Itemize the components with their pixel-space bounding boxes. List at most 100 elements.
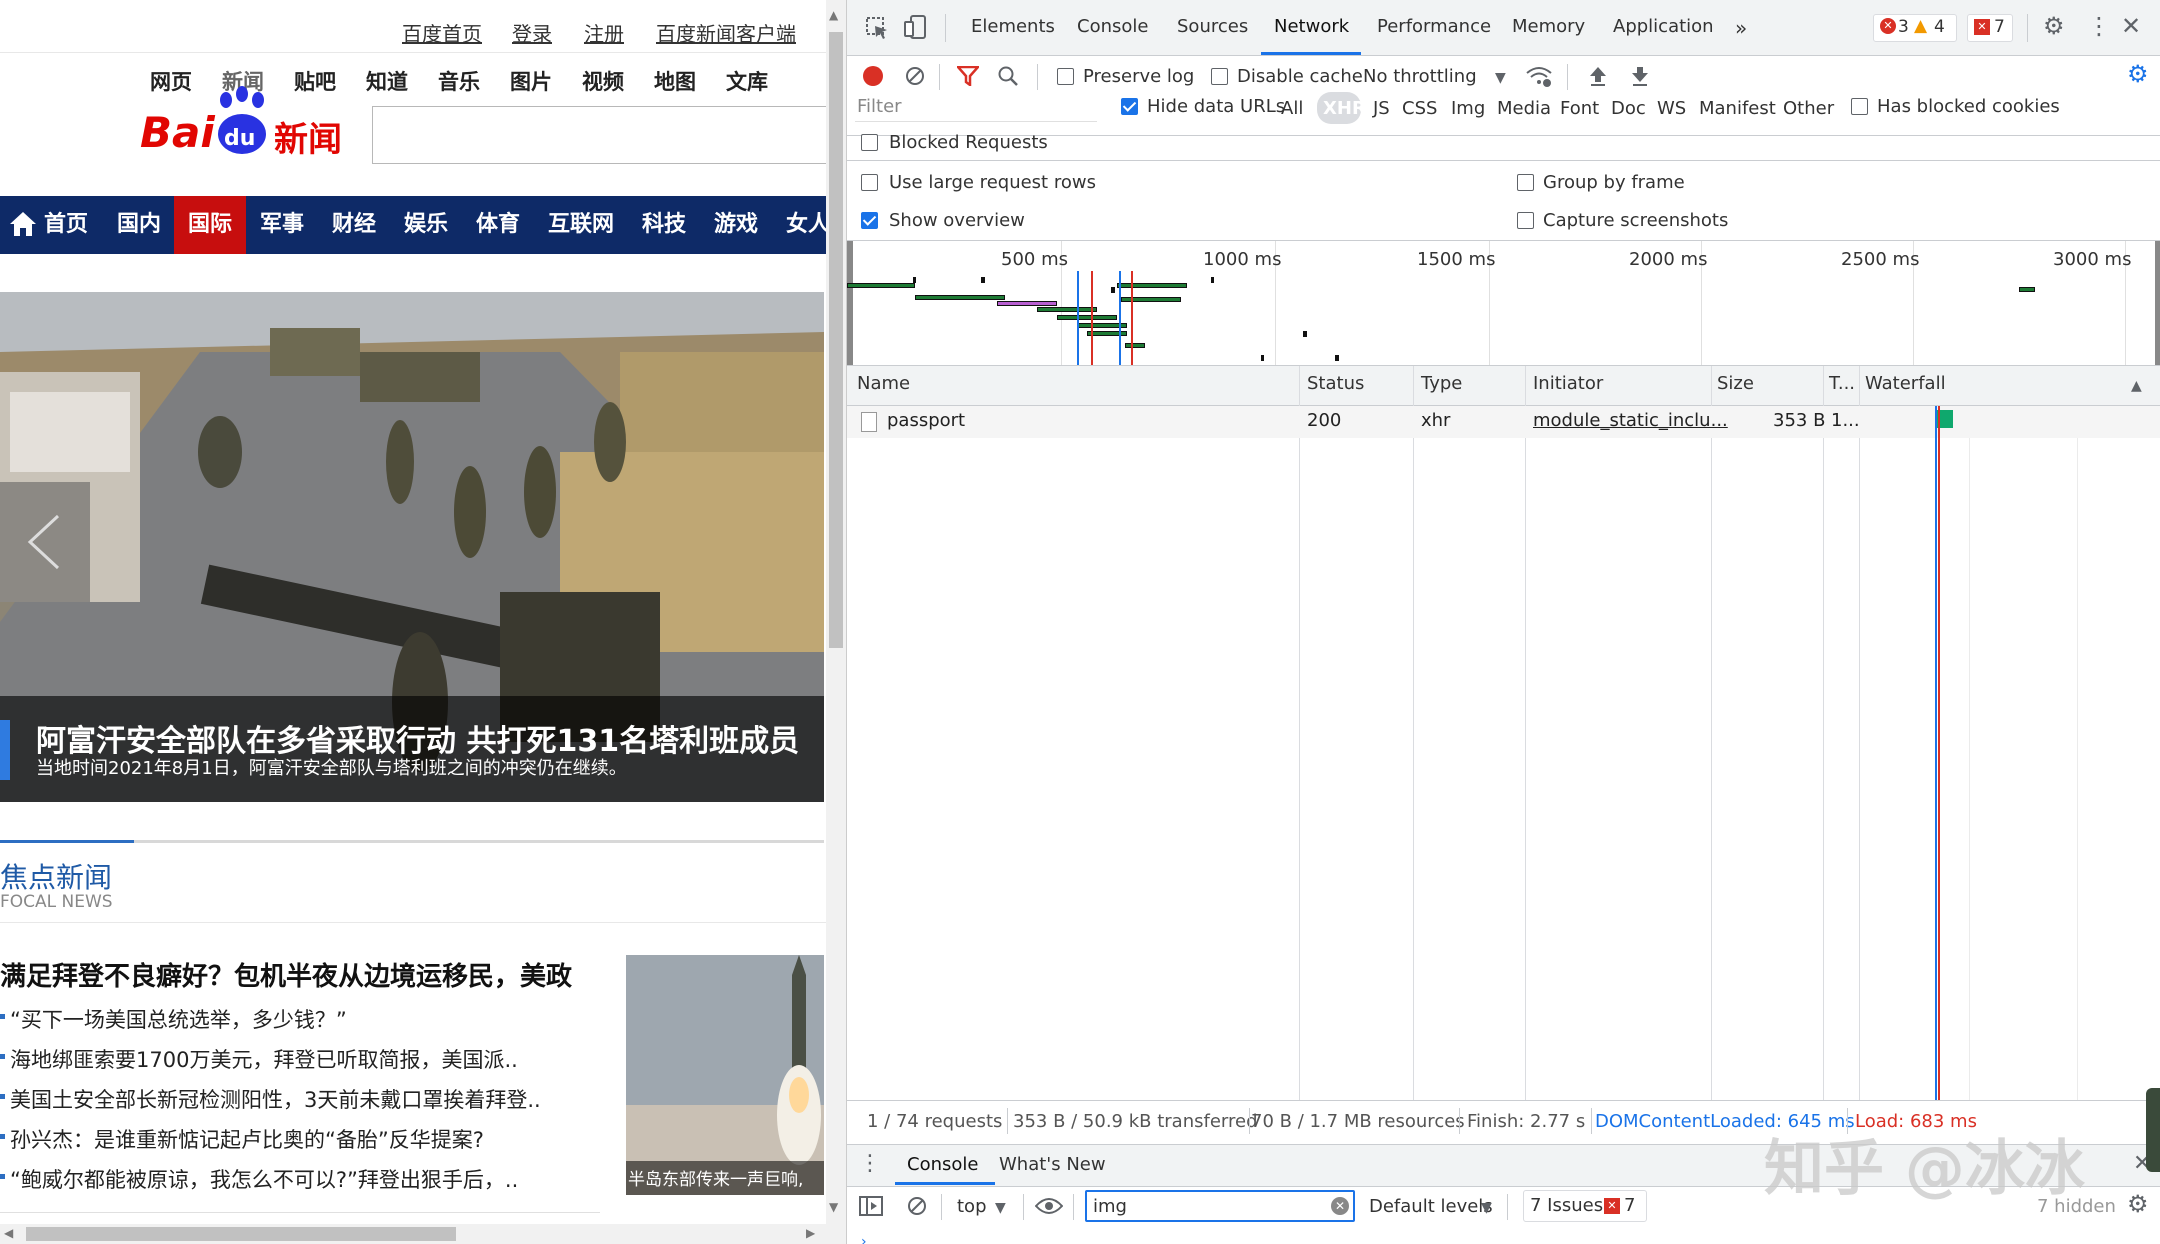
col-initiator[interactable]: Initiator — [1533, 373, 1603, 394]
top-link-client[interactable]: 百度新闻客户端 — [656, 18, 796, 47]
news-item-5[interactable]: “鲍威尔都能被原谅，我怎么不可以?”拜登出狠手后，.. — [10, 1164, 518, 1194]
filter-type-xhr[interactable]: XHR — [1323, 98, 1366, 119]
export-har-icon[interactable] — [1631, 66, 1649, 86]
top-link-register[interactable]: 注册 — [584, 18, 624, 47]
chevron-down-icon[interactable]: ▼ — [995, 1198, 1006, 1218]
large-rows-checkbox[interactable] — [861, 174, 878, 191]
filter-input[interactable]: Filter — [855, 94, 1097, 122]
nav-item-women[interactable]: 女人 — [772, 196, 826, 254]
focus-headline[interactable]: 满足拜登不良癖好？包机半夜从边境运移民，美政 — [0, 956, 572, 993]
col-name[interactable]: Name — [857, 373, 910, 394]
settings-gear-icon[interactable]: ⚙ — [2043, 14, 2065, 38]
sidebar-toggle-icon[interactable] — [859, 1196, 883, 1216]
channel-image[interactable]: 图片 — [510, 66, 552, 96]
cell-name[interactable]: passport — [887, 410, 965, 431]
scroll-down-icon[interactable]: ▼ — [829, 1200, 838, 1214]
console-settings-gear-icon[interactable]: ⚙ — [2127, 1192, 2149, 1216]
tab-performance[interactable]: Performance — [1377, 16, 1491, 37]
channel-map[interactable]: 地图 — [654, 66, 696, 96]
top-link-home[interactable]: 百度首页 — [402, 18, 482, 47]
col-status[interactable]: Status — [1307, 373, 1364, 394]
more-options-icon[interactable]: ⋮ — [2087, 14, 2111, 38]
filter-type-ws[interactable]: WS — [1657, 98, 1686, 119]
device-toolbar-icon[interactable] — [903, 14, 929, 40]
search-icon[interactable] — [997, 65, 1019, 87]
news-thumbnail[interactable]: 半岛东部传来一声巨响, — [626, 955, 824, 1195]
news-item-3[interactable]: 美国土安全部长新冠检测阳性，3天前未戴口罩挨着拜登.. — [10, 1084, 541, 1114]
chevron-down-icon[interactable]: ▼ — [1495, 68, 1506, 88]
tab-console[interactable]: Console — [1077, 16, 1148, 37]
live-expression-eye-icon[interactable] — [1035, 1198, 1063, 1214]
nav-item-international[interactable]: 国际 — [174, 196, 246, 254]
carousel-prev-button[interactable] — [0, 482, 90, 602]
disable-cache-checkbox[interactable] — [1211, 68, 1228, 85]
close-devtools-icon[interactable]: ✕ — [2121, 14, 2141, 38]
filter-type-img[interactable]: Img — [1451, 98, 1485, 119]
hero-carousel[interactable]: 阿富汗安全部队在多省采取行动 共打死131名塔利班成员 当地时间2021年8月1… — [0, 292, 824, 802]
context-selector[interactable]: top — [957, 1196, 987, 1217]
sort-asc-icon[interactable]: ▲ — [2131, 376, 2142, 396]
preserve-log-checkbox[interactable] — [1057, 68, 1074, 85]
error-warning-counter[interactable]: ✕ 3 ▲ 4 — [1873, 14, 1957, 42]
filter-type-js[interactable]: JS — [1373, 98, 1390, 119]
blocked-requests-checkbox[interactable] — [861, 134, 878, 151]
col-waterfall[interactable]: Waterfall — [1865, 373, 1946, 394]
blocked-cookies-checkbox[interactable] — [1851, 98, 1868, 115]
tab-sources[interactable]: Sources — [1177, 16, 1248, 37]
tab-application[interactable]: Application — [1613, 16, 1714, 37]
page-scroll-thumb[interactable] — [829, 32, 843, 648]
hide-data-urls-checkbox[interactable] — [1121, 98, 1138, 115]
filter-icon[interactable] — [957, 66, 979, 86]
nav-item-tech[interactable]: 科技 — [628, 196, 700, 254]
nav-item-domestic[interactable]: 国内 — [104, 196, 174, 254]
import-har-icon[interactable] — [1589, 66, 1607, 86]
scroll-right-icon[interactable]: ▶ — [806, 1226, 815, 1240]
filter-type-media[interactable]: Media — [1497, 98, 1551, 119]
filter-type-all[interactable]: All — [1281, 98, 1303, 119]
drawer-tab-whats-new[interactable]: What's New — [999, 1154, 1106, 1175]
table-row[interactable] — [847, 406, 2160, 438]
side-widget-handle[interactable] — [2146, 1088, 2160, 1172]
clear-icon[interactable] — [905, 66, 925, 86]
nav-item-entertainment[interactable]: 娱乐 — [390, 196, 462, 254]
channel-wenku[interactable]: 文库 — [726, 66, 768, 96]
news-item-4[interactable]: 孙兴杰：是谁重新惦记起卢比奥的“备胎”反华提案? — [10, 1124, 484, 1154]
news-item-1[interactable]: “买下一场美国总统选举，多少钱？” — [10, 1004, 347, 1034]
group-by-frame-checkbox[interactable] — [1517, 174, 1534, 191]
filter-type-doc[interactable]: Doc — [1611, 98, 1646, 119]
channel-zhidao[interactable]: 知道 — [366, 66, 408, 96]
nav-item-sports[interactable]: 体育 — [462, 196, 534, 254]
col-type[interactable]: Type — [1421, 373, 1462, 394]
filter-type-font[interactable]: Font — [1560, 98, 1599, 119]
page-vertical-scrollbar[interactable]: ▲ ▼ — [826, 0, 846, 1244]
cell-initiator[interactable]: module_static_inclu... — [1533, 410, 1728, 431]
overview-right-handle[interactable] — [2155, 241, 2160, 365]
page-horizontal-scrollbar[interactable]: ◀ ▶ — [0, 1224, 826, 1244]
network-settings-gear-icon[interactable]: ⚙ — [2127, 62, 2149, 86]
news-item-2[interactable]: 海地绑匪索要1700万美元，拜登已听取简报，美国派.. — [10, 1044, 518, 1074]
record-button[interactable] — [863, 66, 883, 86]
capture-screenshots-checkbox[interactable] — [1517, 212, 1534, 229]
nav-item-internet[interactable]: 互联网 — [534, 196, 628, 254]
tab-network[interactable]: Network — [1274, 16, 1349, 37]
more-tabs-icon[interactable]: » — [1735, 16, 1747, 40]
show-overview-checkbox[interactable] — [861, 212, 878, 229]
network-overview[interactable]: 500 ms 1000 ms 1500 ms 2000 ms 2500 ms 3… — [847, 241, 2160, 365]
console-prompt-icon[interactable]: › — [861, 1232, 867, 1244]
nav-item-home[interactable]: 首页 — [0, 196, 90, 254]
throttling-select[interactable]: No throttling — [1363, 66, 1477, 87]
filter-type-manifest[interactable]: Manifest — [1699, 98, 1776, 119]
console-issues-button[interactable]: 7 Issues: ✕ 7 — [1523, 1190, 1647, 1222]
clear-console-icon[interactable] — [907, 1196, 927, 1216]
nav-item-finance[interactable]: 财经 — [318, 196, 390, 254]
drawer-menu-icon[interactable]: ⋮ — [859, 1153, 881, 1175]
clear-filter-icon[interactable]: ✕ — [1331, 1197, 1349, 1215]
drawer-tab-console[interactable]: Console — [907, 1154, 978, 1175]
filter-type-css[interactable]: CSS — [1402, 98, 1437, 119]
nav-item-military[interactable]: 军事 — [246, 196, 318, 254]
console-filter-input[interactable]: img ✕ — [1085, 1190, 1355, 1222]
overview-left-handle[interactable] — [847, 241, 853, 365]
baidu-news-logo[interactable]: Bai du 新闻 — [140, 86, 350, 160]
channel-video[interactable]: 视频 — [582, 66, 624, 96]
scroll-left-icon[interactable]: ◀ — [4, 1226, 13, 1240]
